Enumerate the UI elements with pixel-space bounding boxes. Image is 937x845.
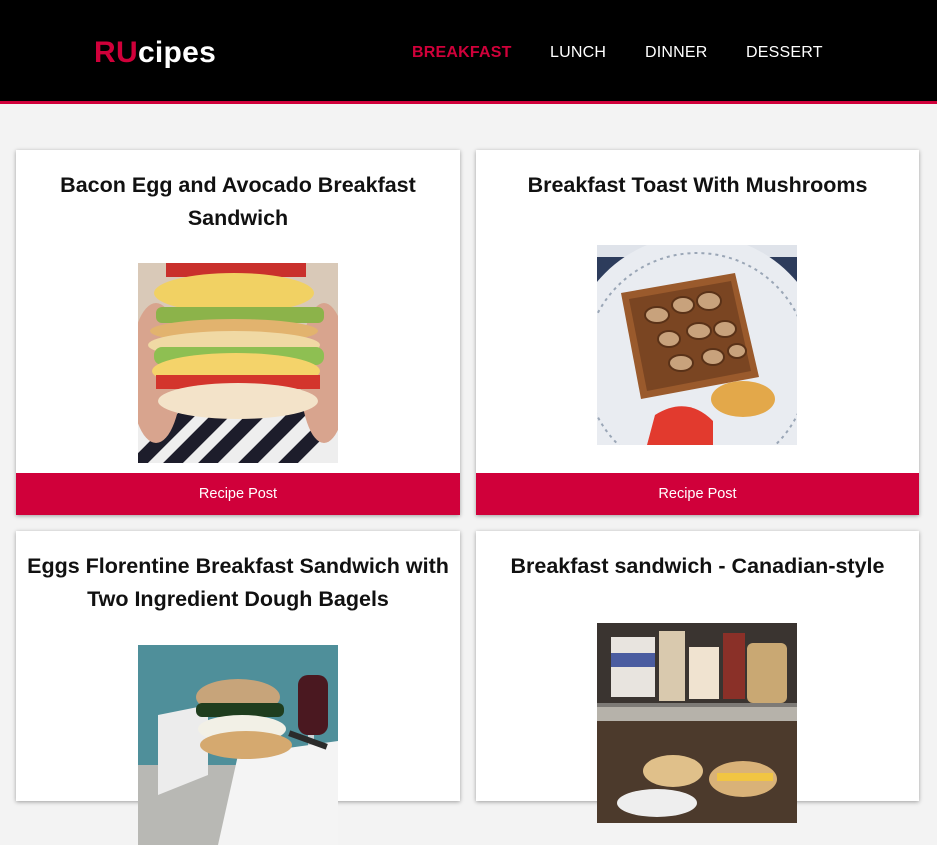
nav-lunch[interactable]: LUNCH	[550, 44, 606, 62]
sandwich-photo	[138, 263, 338, 463]
canadian-sandwich-photo	[597, 623, 797, 823]
recipe-post-button[interactable]: Recipe Post	[476, 473, 919, 515]
recipe-title: Breakfast Toast With Mushrooms	[527, 173, 868, 197]
recipe-card: Eggs Florentine Breakfast Sandwich with …	[16, 531, 460, 845]
recipe-image[interactable]	[597, 245, 797, 445]
brand-logo[interactable]: RUcipes	[94, 36, 216, 70]
toast-photo	[597, 245, 797, 445]
nav-dinner[interactable]: DINNER	[645, 44, 708, 62]
recipe-card: Breakfast Toast With Mushrooms Recipe Po…	[476, 150, 919, 515]
nav-breakfast[interactable]: BREAKFAST	[412, 44, 512, 62]
navbar: RUcipes BREAKFAST LUNCH DINNER DESSERT	[0, 0, 937, 104]
recipe-post-button[interactable]: Recipe Post	[16, 473, 460, 515]
recipe-image[interactable]	[138, 645, 338, 845]
nav-dessert[interactable]: DESSERT	[746, 44, 823, 62]
recipe-title: Breakfast sandwich - Canadian-style	[510, 554, 885, 578]
recipe-image[interactable]	[597, 623, 797, 823]
recipe-image[interactable]	[138, 263, 338, 463]
recipe-card: Bacon Egg and Avocado Breakfast Sandwich	[16, 150, 460, 515]
recipe-card: Breakfast sandwich - Canadian-style	[476, 531, 919, 823]
brand-rest: cipes	[137, 36, 217, 69]
recipe-title: Bacon Egg and Avocado Breakfast Sandwich	[60, 173, 416, 230]
brand-accent: RU	[94, 36, 138, 69]
recipe-title: Eggs Florentine Breakfast Sandwich with …	[27, 554, 449, 611]
bagel-sandwich-photo	[138, 645, 338, 845]
